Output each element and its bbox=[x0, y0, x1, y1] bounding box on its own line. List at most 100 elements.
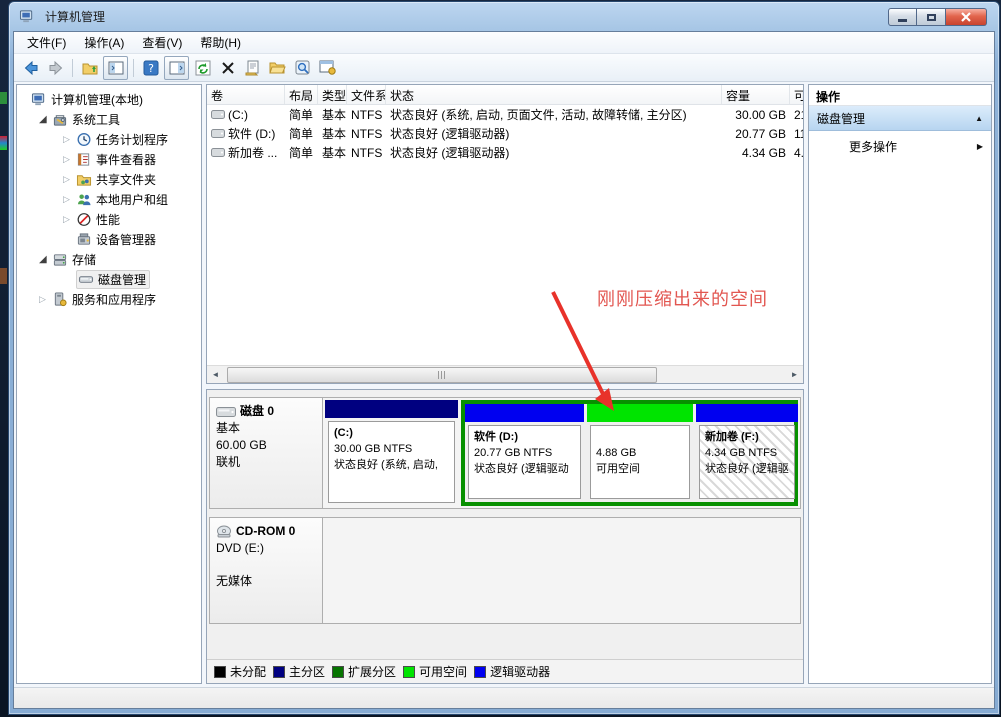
scroll-left-button[interactable]: ◄ bbox=[207, 366, 224, 382]
horizontal-scrollbar[interactable]: ◄ ► bbox=[207, 365, 803, 383]
tree-item-event-viewer[interactable]: ▷ 事件查看器 bbox=[17, 149, 201, 169]
collapsed-arrow-icon[interactable]: ▷ bbox=[63, 214, 76, 225]
volume-row-f[interactable]: 新加卷 ... 简单 基本 NTFS 状态良好 (逻辑驱动器) 4.34 GB … bbox=[207, 143, 803, 162]
primary-partition-bar bbox=[325, 400, 458, 418]
forward-button[interactable] bbox=[44, 57, 67, 79]
legend-extended-partition: 扩展分区 bbox=[332, 663, 396, 680]
local-users-icon bbox=[76, 192, 92, 207]
tree-item-computer-management[interactable]: 计算机管理(本地) bbox=[17, 89, 201, 109]
menu-file[interactable]: 文件(F) bbox=[18, 32, 75, 53]
legend-logical-drive: 逻辑驱动器 bbox=[474, 663, 550, 680]
help-button[interactable]: ? bbox=[139, 57, 162, 79]
delete-button[interactable] bbox=[216, 57, 239, 79]
menu-help[interactable]: 帮助(H) bbox=[191, 32, 250, 53]
app-icon bbox=[19, 9, 35, 24]
collapsed-arrow-icon[interactable]: ▷ bbox=[63, 174, 76, 185]
legend-swatch bbox=[273, 666, 285, 678]
tree-item-local-users-groups[interactable]: ▷ 本地用户和组 bbox=[17, 189, 201, 209]
tree-label: 服务和应用程序 bbox=[72, 291, 156, 308]
window-title: 计算机管理 bbox=[45, 8, 105, 25]
folder-up-button[interactable] bbox=[78, 57, 101, 79]
console-tree-toggle-button[interactable] bbox=[103, 56, 128, 80]
scroll-right-button[interactable]: ► bbox=[786, 366, 803, 382]
properties-icon bbox=[245, 60, 261, 76]
tree-item-storage[interactable]: ◢ 存储 bbox=[17, 249, 201, 269]
back-button[interactable] bbox=[19, 57, 42, 79]
maximize-button[interactable] bbox=[917, 8, 946, 26]
disk-size: 60.00 GB bbox=[216, 437, 318, 454]
volume-row-c[interactable]: (C:) 简单 基本 NTFS 状态良好 (系统, 启动, 页面文件, 活动, … bbox=[207, 105, 803, 124]
tree-item-disk-management[interactable]: 磁盘管理 bbox=[17, 269, 201, 289]
cdrom-0-label[interactable]: CD-ROM 0 DVD (E:) 无媒体 bbox=[210, 518, 323, 623]
collapsed-arrow-icon[interactable]: ▷ bbox=[39, 294, 52, 305]
disk-0-label[interactable]: 磁盘 0 基本 60.00 GB 联机 bbox=[210, 398, 323, 508]
column-header-layout[interactable]: 布局 bbox=[285, 85, 318, 104]
title-bar[interactable]: 计算机管理 bbox=[9, 2, 999, 31]
collapse-arrow-icon[interactable]: ▲ bbox=[975, 114, 983, 123]
tree-item-device-manager[interactable]: 设备管理器 bbox=[17, 229, 201, 249]
cdrom-empty-area bbox=[323, 518, 800, 623]
collapsed-arrow-icon[interactable]: ▷ bbox=[63, 154, 76, 165]
tree-label: 存储 bbox=[72, 251, 96, 268]
toolbar: ? bbox=[14, 54, 994, 82]
back-icon bbox=[23, 60, 39, 76]
menu-view[interactable]: 查看(V) bbox=[133, 32, 191, 53]
new-window-button[interactable] bbox=[316, 57, 339, 79]
partition-d[interactable]: 软件 (D:) 20.77 GB NTFS 状态良好 (逻辑驱动 bbox=[465, 404, 584, 502]
minimize-button[interactable] bbox=[888, 8, 917, 26]
actions-group-disk-management[interactable]: 磁盘管理 ▲ bbox=[809, 106, 991, 131]
logical-drive-bar bbox=[465, 404, 584, 422]
action-pane-toggle-button[interactable] bbox=[164, 56, 189, 80]
close-button[interactable] bbox=[946, 8, 987, 26]
selected-tree-item[interactable]: 磁盘管理 bbox=[76, 270, 150, 289]
column-header-status[interactable]: 状态 bbox=[386, 85, 722, 104]
legend-unallocated: 未分配 bbox=[214, 663, 266, 680]
tree-item-task-scheduler[interactable]: ▷ 任务计划程序 bbox=[17, 129, 201, 149]
tree-item-shared-folders[interactable]: ▷ 共享文件夹 bbox=[17, 169, 201, 189]
partition-f-selected[interactable]: 新加卷 (F:) 4.34 GB NTFS 状态良好 (逻辑驱 bbox=[696, 404, 798, 502]
expanded-arrow-icon[interactable]: ◢ bbox=[39, 254, 52, 265]
open-folder-icon bbox=[269, 60, 286, 75]
collapsed-arrow-icon[interactable]: ▷ bbox=[63, 194, 76, 205]
disk-status: 联机 bbox=[216, 454, 318, 471]
search-button[interactable] bbox=[291, 57, 314, 79]
scrollbar-thumb[interactable] bbox=[227, 367, 657, 383]
collapsed-arrow-icon[interactable]: ▷ bbox=[63, 134, 76, 145]
column-header-volume[interactable]: 卷 bbox=[207, 85, 285, 104]
legend-swatch bbox=[403, 666, 415, 678]
tree-item-performance[interactable]: ▷ 性能 bbox=[17, 209, 201, 229]
services-icon bbox=[52, 292, 68, 307]
tree-label: 任务计划程序 bbox=[96, 131, 168, 148]
more-actions-item[interactable]: 更多操作 ▶ bbox=[809, 131, 991, 161]
refresh-button[interactable] bbox=[191, 57, 214, 79]
properties-button[interactable] bbox=[241, 57, 264, 79]
volume-row-d[interactable]: 软件 (D:) 简单 基本 NTFS 状态良好 (逻辑驱动器) 20.77 GB… bbox=[207, 124, 803, 143]
desktop-edge-icon bbox=[0, 92, 7, 104]
console-tree: 计算机管理(本地) ◢ 系统工具 ▷ 任务计划程序 ▷ bbox=[16, 84, 202, 684]
storage-icon bbox=[52, 252, 68, 267]
disk-graphical-view: 磁盘 0 基本 60.00 GB 联机 (C:) 30 bbox=[206, 389, 804, 684]
free-space-segment[interactable]: 4.88 GB 可用空间 bbox=[587, 404, 693, 502]
tree-item-system-tools[interactable]: ◢ 系统工具 bbox=[17, 109, 201, 129]
main-area: 计算机管理(本地) ◢ 系统工具 ▷ 任务计划程序 ▷ bbox=[14, 82, 994, 686]
column-header-type[interactable]: 类型 bbox=[318, 85, 347, 104]
expanded-arrow-icon[interactable]: ◢ bbox=[39, 114, 52, 125]
column-header-free[interactable]: 可 bbox=[790, 85, 804, 104]
open-folder-button[interactable] bbox=[266, 57, 289, 79]
column-header-filesystem[interactable]: 文件系统 bbox=[347, 85, 386, 104]
volume-drive-icon bbox=[211, 147, 225, 158]
partition-c[interactable]: (C:) 30.00 GB NTFS 状态良好 (系统, 启动, bbox=[325, 400, 458, 506]
disk-management-icon bbox=[78, 272, 94, 287]
refresh-icon bbox=[195, 60, 211, 76]
tree-label: 本地用户和组 bbox=[96, 191, 168, 208]
computer-icon bbox=[31, 92, 47, 107]
folder-up-icon bbox=[82, 60, 98, 76]
logical-drive-bar bbox=[696, 404, 798, 422]
legend-swatch bbox=[332, 666, 344, 678]
shared-folders-icon bbox=[76, 172, 92, 187]
legend-swatch bbox=[214, 666, 226, 678]
menu-action[interactable]: 操作(A) bbox=[75, 32, 133, 53]
tree-item-services-applications[interactable]: ▷ 服务和应用程序 bbox=[17, 289, 201, 309]
delete-icon bbox=[221, 61, 235, 75]
column-header-capacity[interactable]: 容量 bbox=[722, 85, 790, 104]
